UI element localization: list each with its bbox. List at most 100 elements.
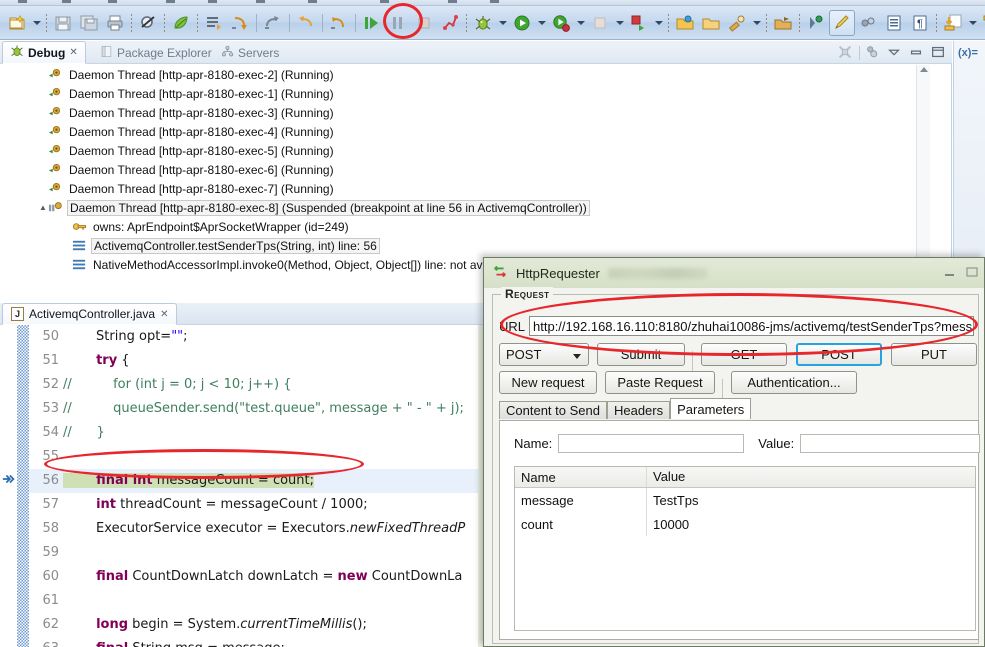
thread-tree-item[interactable]: ▲ Daemon Thread [http-apr-8180-exec-8] (S…: [0, 198, 931, 217]
thread-tree-item[interactable]: Daemon Thread [http-apr-8180-exec-4] (Ru…: [0, 122, 931, 141]
no-marker-icon[interactable]: [135, 10, 161, 36]
paste-request-button[interactable]: Paste Request: [605, 371, 715, 394]
tab-package-explorer[interactable]: Package Explorer: [93, 41, 219, 64]
maximize-icon[interactable]: [966, 266, 978, 277]
table-row[interactable]: count 10000: [515, 512, 975, 536]
run-external-dropdown-icon[interactable]: [574, 10, 587, 36]
code-line[interactable]: final int messageCount = count;: [63, 469, 478, 493]
code-line[interactable]: [63, 589, 478, 613]
print-icon[interactable]: [102, 10, 128, 36]
put-button[interactable]: PUT: [891, 343, 977, 366]
request-tabs[interactable]: Content to Send Headers Parameters: [499, 398, 752, 419]
save-icon[interactable]: [50, 10, 76, 36]
tab-debug[interactable]: Debug ✕: [2, 41, 86, 64]
thread-tree-item[interactable]: ActivemqController.testSenderTps(String,…: [0, 236, 931, 255]
close-icon[interactable]: ✕: [160, 309, 168, 320]
get-button[interactable]: GET: [701, 343, 787, 366]
code-line[interactable]: String opt="";: [63, 325, 478, 349]
editor-tabbar[interactable]: J ActivemqController.java ✕: [0, 303, 487, 325]
code-line[interactable]: // }: [63, 421, 478, 445]
scroll-up-arrow-icon[interactable]: [920, 67, 928, 72]
previous-annotation-icon[interactable]: [979, 10, 985, 36]
new-wizard-dropdown-icon[interactable]: [30, 10, 43, 36]
code-line[interactable]: final String msg = message;: [63, 637, 478, 647]
view-menu-icon[interactable]: [886, 44, 904, 62]
open-resource-icon[interactable]: [698, 10, 724, 36]
thread-tree-item[interactable]: Daemon Thread [http-apr-8180-exec-5] (Ru…: [0, 141, 931, 160]
code-line[interactable]: ExecutorService executor = Executors.new…: [63, 517, 478, 541]
save-all-icon[interactable]: [76, 10, 102, 36]
param-name-input[interactable]: [558, 434, 745, 453]
link-icon[interactable]: [855, 10, 881, 36]
debug-icon[interactable]: [470, 10, 496, 36]
expand-twisty-icon[interactable]: ▲: [38, 203, 48, 212]
table-row[interactable]: message TestTps: [515, 488, 975, 512]
close-icon[interactable]: ✕: [69, 47, 77, 58]
collapse-all-icon[interactable]: [837, 44, 855, 62]
suspend-icon[interactable]: [385, 10, 411, 36]
pencil-icon[interactable]: [829, 9, 855, 36]
tab-servers[interactable]: Servers: [214, 41, 286, 64]
open-task-icon[interactable]: [770, 10, 796, 36]
debug-dropdown-icon[interactable]: [496, 10, 509, 36]
leaf-icon[interactable]: [168, 10, 194, 36]
coverage-icon[interactable]: [587, 10, 613, 36]
step-over-icon[interactable]: [260, 10, 286, 36]
code-line[interactable]: final CountDownLatch downLatch = new Cou…: [63, 565, 478, 589]
editor-code-area[interactable]: String opt=""; try {// for (int j = 0; j…: [63, 325, 478, 647]
post-button[interactable]: POST: [796, 343, 882, 366]
minimize-icon[interactable]: [908, 44, 926, 62]
thread-tree-item[interactable]: Daemon Thread [http-apr-8180-exec-1] (Ru…: [0, 84, 931, 103]
open-type-icon[interactable]: [672, 10, 698, 36]
tab-parameters[interactable]: Parameters: [670, 398, 752, 419]
thread-group-icon[interactable]: [864, 44, 882, 62]
thread-tree-item[interactable]: Daemon Thread [http-apr-8180-exec-6] (Ru…: [0, 160, 931, 179]
resume-stack-icon[interactable]: [201, 10, 227, 36]
thread-tree-item[interactable]: Daemon Thread [http-apr-8180-exec-7] (Ru…: [0, 179, 931, 198]
code-line[interactable]: long begin = System.currentTimeMillis();: [63, 613, 478, 637]
thread-tree-item[interactable]: owns: AprEndpoint$AprSocketWrapper (id=2…: [0, 217, 931, 236]
code-line[interactable]: [63, 541, 478, 565]
search-dropdown-icon[interactable]: [750, 10, 763, 36]
http-requester-titlebar[interactable]: HttpRequester: [484, 258, 984, 288]
run-external-icon[interactable]: [548, 10, 574, 36]
editor-gutter[interactable]: [0, 325, 17, 647]
stop-server-dropdown-icon[interactable]: [652, 10, 665, 36]
code-line[interactable]: try {: [63, 349, 478, 373]
debug-view-toolbar[interactable]: [837, 43, 948, 63]
disconnect-icon[interactable]: [437, 10, 463, 36]
code-line[interactable]: [63, 445, 478, 469]
url-input[interactable]: http://192.168.16.110:8180/zhuhai10086-j…: [529, 316, 975, 336]
step-out-icon[interactable]: [326, 10, 352, 36]
code-line[interactable]: // queueSender.send("test.queue", messag…: [63, 397, 478, 421]
tab-headers[interactable]: Headers: [606, 401, 671, 419]
code-line[interactable]: int threadCount = messageCount / 1000;: [63, 493, 478, 517]
param-value-input[interactable]: [800, 434, 981, 453]
editor-tab-activemqcontroller[interactable]: J ActivemqController.java ✕: [2, 303, 178, 325]
search-icon[interactable]: [724, 10, 750, 36]
terminate-icon[interactable]: [411, 10, 437, 36]
maximize-icon[interactable]: [930, 44, 948, 62]
submit-button[interactable]: Submit: [597, 343, 685, 366]
step-into-icon[interactable]: [227, 10, 253, 36]
next-annotation-dropdown-icon[interactable]: [966, 10, 979, 36]
toggle-mark-occurrences-icon[interactable]: [803, 10, 829, 36]
authentication-button[interactable]: Authentication...: [731, 371, 857, 394]
thread-tree-item[interactable]: Daemon Thread [http-apr-8180-exec-2] (Ru…: [0, 65, 931, 84]
new-wizard-icon[interactable]: [4, 10, 30, 36]
run-dropdown-icon[interactable]: [535, 10, 548, 36]
code-line[interactable]: // for (int j = 0; j < 10; j++) {: [63, 373, 478, 397]
coverage-dropdown-icon[interactable]: [613, 10, 626, 36]
run-icon[interactable]: [509, 10, 535, 36]
thread-tree-item[interactable]: Daemon Thread [http-apr-8180-exec-3] (Ru…: [0, 103, 931, 122]
window-buttons[interactable]: [944, 266, 978, 277]
new-request-button[interactable]: New request: [499, 371, 597, 394]
parameters-table[interactable]: Name Value message TestTps count 10000: [514, 466, 976, 631]
method-select[interactable]: POST: [499, 343, 589, 366]
main-toolbar[interactable]: ¶: [0, 6, 985, 40]
tab-content-to-send[interactable]: Content to Send: [499, 401, 607, 419]
paragraph-icon[interactable]: ¶: [907, 10, 933, 36]
stop-server-icon[interactable]: [626, 10, 652, 36]
minimize-icon[interactable]: [944, 266, 956, 276]
step-return-icon[interactable]: [293, 10, 319, 36]
